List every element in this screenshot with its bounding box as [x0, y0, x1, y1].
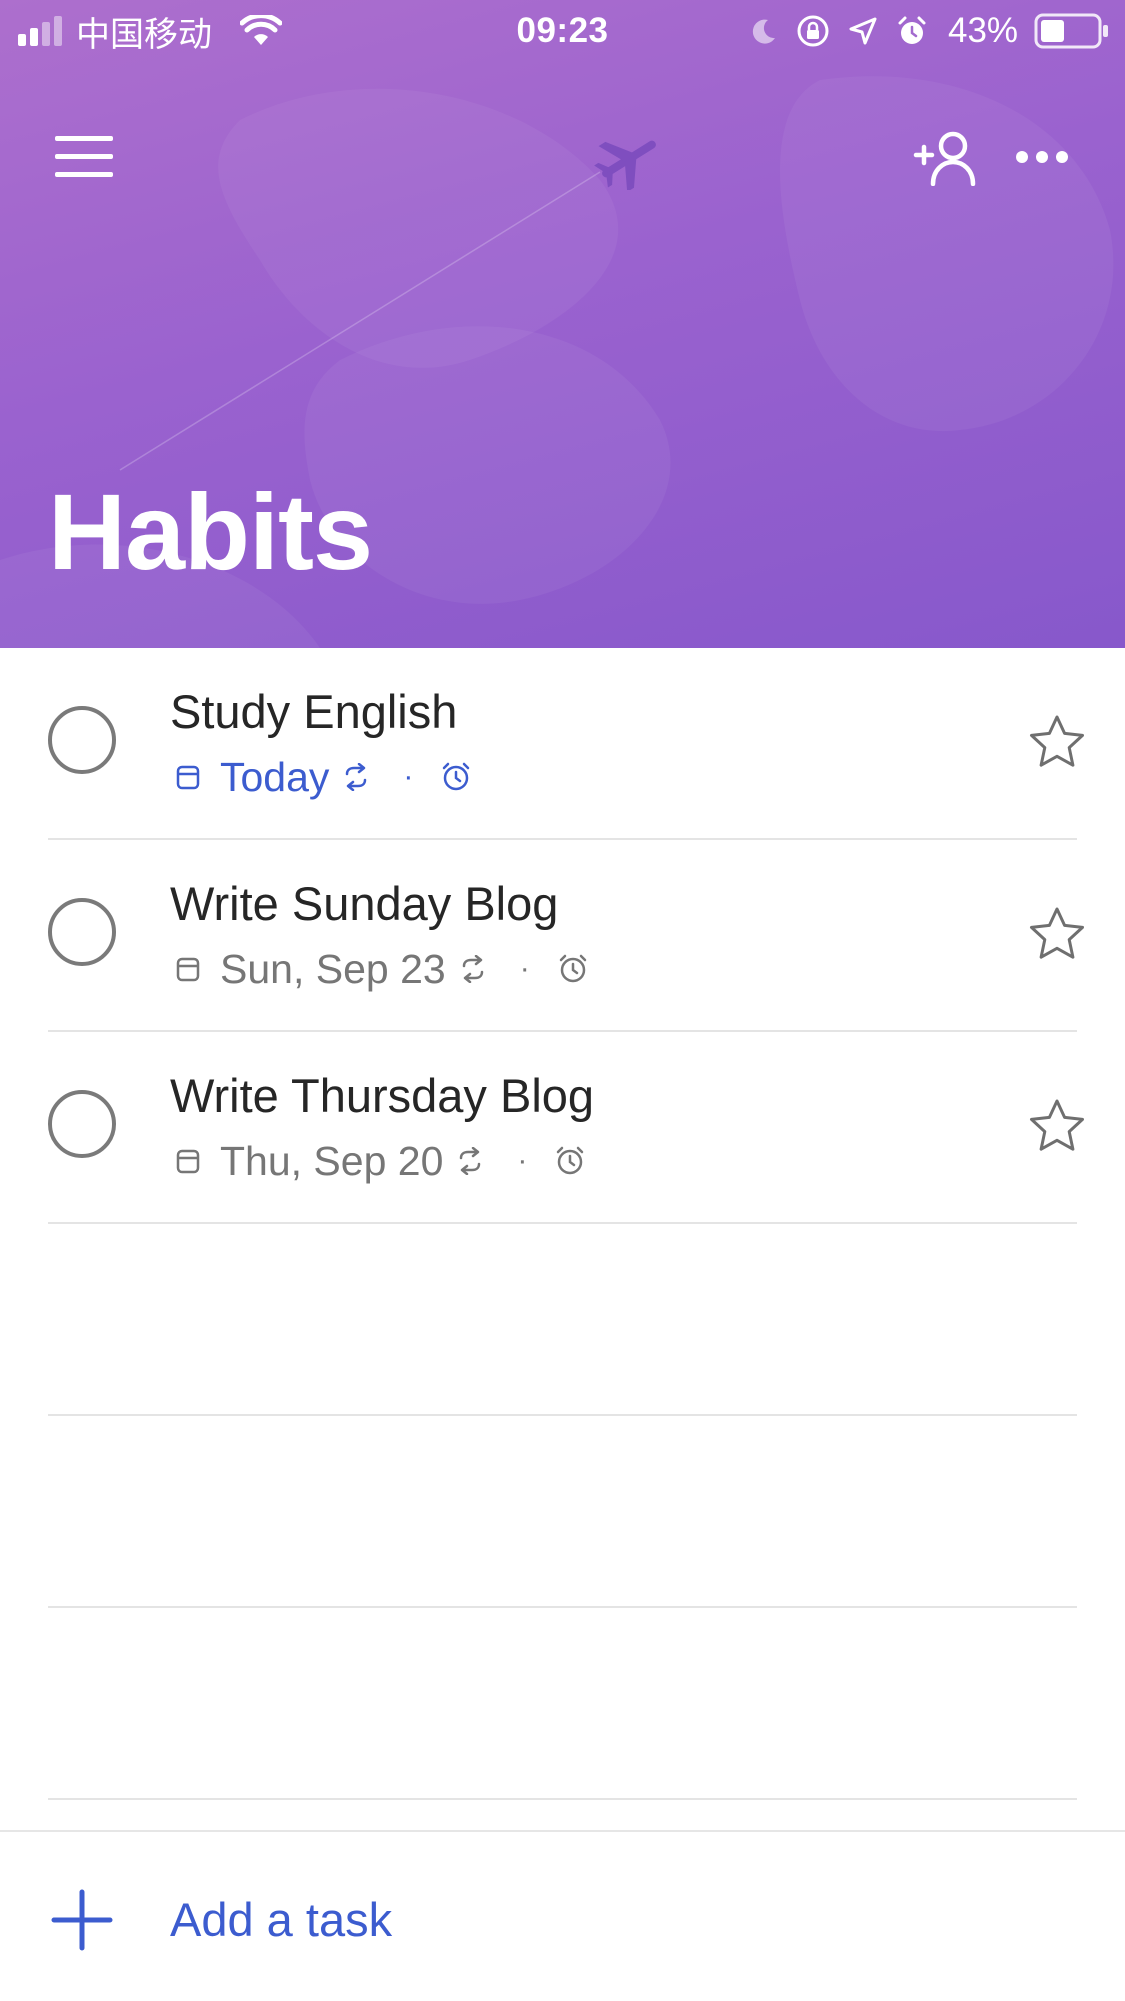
list-header: 中国移动 09:23 43% Habits	[0, 0, 1125, 648]
meta-separator: ·	[519, 952, 530, 985]
alarm-icon	[896, 0, 928, 62]
empty-row	[0, 1224, 1125, 1416]
alarm-icon	[441, 762, 471, 792]
task-title[interactable]: Write Sunday Blog	[170, 878, 558, 930]
battery-icon	[1034, 0, 1110, 62]
repeat-icon	[457, 1147, 483, 1175]
calendar-icon	[176, 956, 200, 982]
star-icon[interactable]	[1025, 902, 1089, 966]
airplane-icon	[584, 114, 674, 204]
hamburger-menu-icon[interactable]	[36, 112, 132, 202]
alarm-icon	[555, 1146, 585, 1176]
plus-icon	[51, 1889, 113, 1951]
task-row[interactable]: Write Sunday Blog Sun, Sep 23 ·	[0, 840, 1125, 1032]
task-meta: Sun, Sep 23 ·	[176, 944, 588, 994]
task-complete-checkbox[interactable]	[48, 1090, 116, 1158]
task-meta: Thu, Sep 20 ·	[176, 1136, 585, 1186]
task-due-label: Today	[220, 753, 330, 800]
alarm-icon	[558, 954, 588, 984]
orientation-lock-icon	[795, 0, 831, 62]
add-task-label: Add a task	[170, 1893, 393, 1946]
more-dots-icon[interactable]	[1000, 112, 1084, 202]
repeat-icon	[460, 955, 486, 983]
location-icon	[848, 0, 878, 62]
empty-row	[0, 1416, 1125, 1608]
meta-separator: ·	[517, 1144, 528, 1177]
meta-separator: ·	[403, 760, 414, 793]
task-row[interactable]: Study English Today ·	[0, 648, 1125, 840]
task-title[interactable]: Study English	[170, 686, 457, 738]
task-meta: Today ·	[176, 752, 471, 802]
calendar-icon	[176, 764, 200, 790]
task-due-label: Thu, Sep 20	[220, 1137, 444, 1184]
star-icon[interactable]	[1025, 710, 1089, 774]
task-row[interactable]: Write Thursday Blog Thu, Sep 20 ·	[0, 1032, 1125, 1224]
task-title[interactable]: Write Thursday Blog	[170, 1070, 594, 1122]
status-bar: 中国移动 09:23 43%	[0, 0, 1125, 62]
battery-percentage: 43%	[948, 11, 1019, 50]
add-task-button[interactable]: Add a task	[0, 1830, 1125, 2001]
calendar-icon	[176, 1148, 200, 1174]
add-person-icon[interactable]	[898, 112, 994, 202]
list-title: Habits	[48, 471, 373, 592]
task-complete-checkbox[interactable]	[48, 898, 116, 966]
task-complete-checkbox[interactable]	[48, 706, 116, 774]
empty-row	[0, 1608, 1125, 1800]
task-due-label: Sun, Sep 23	[220, 945, 446, 992]
moon-icon	[748, 0, 778, 62]
star-icon[interactable]	[1025, 1094, 1089, 1158]
row-divider	[48, 1798, 1077, 1800]
repeat-icon	[343, 763, 369, 791]
